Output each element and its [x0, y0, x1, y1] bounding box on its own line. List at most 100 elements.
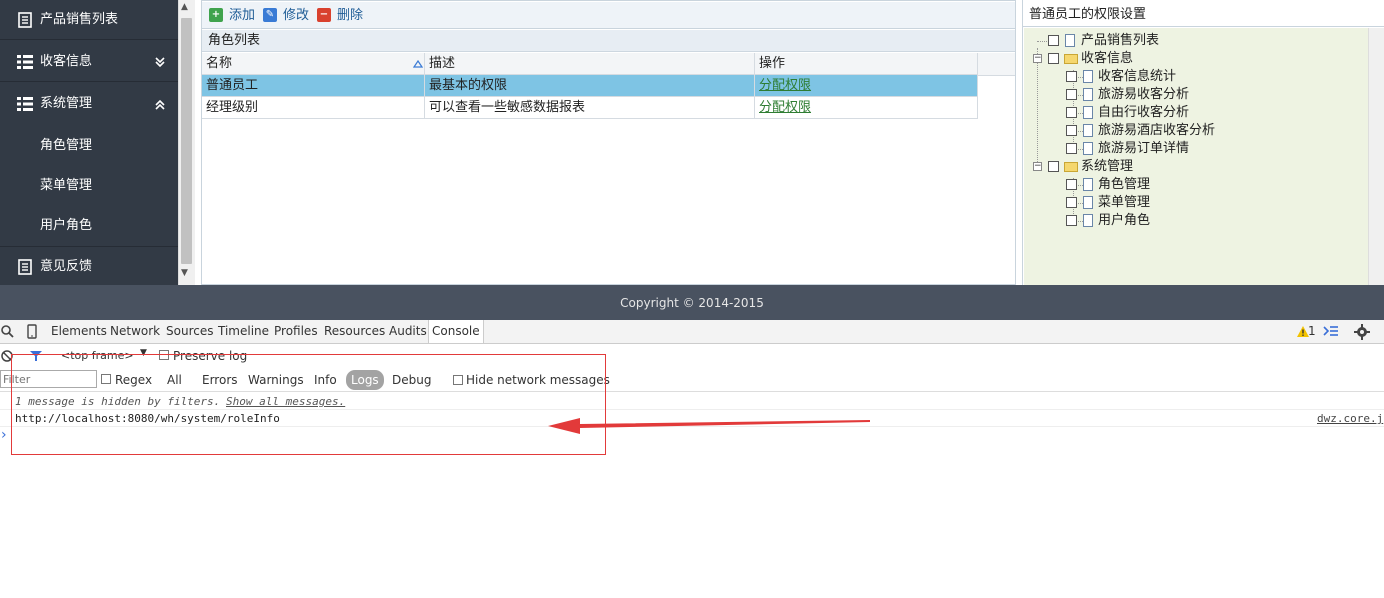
tree-node-customer-info[interactable]: − 收客信息	[1024, 50, 1324, 68]
console-drawer-icon[interactable]	[1323, 325, 1339, 338]
checkbox[interactable]	[1066, 197, 1077, 208]
toolbar: + 添加 ✎ 修改 − 删除	[202, 2, 1015, 29]
cell-name: 经理级别	[202, 97, 425, 119]
sidebar-item-label: 意见反馈	[40, 259, 93, 274]
annotation-highlight-box	[11, 354, 606, 455]
checkbox[interactable]	[1066, 179, 1077, 190]
console-prompt[interactable]: ›	[1, 428, 7, 442]
assign-permission-link[interactable]: 分配权限	[759, 78, 811, 93]
delete-icon: −	[317, 8, 331, 22]
collapse-icon[interactable]: −	[1033, 54, 1042, 63]
sidebar-item-system-management[interactable]: 系统管理	[0, 84, 178, 124]
scroll-down-arrow-icon[interactable]: ▼	[181, 268, 188, 278]
file-icon	[1083, 106, 1093, 119]
column-header-action[interactable]: 操作	[755, 53, 978, 75]
inspect-search-icon[interactable]	[1, 325, 14, 338]
edit-icon: ✎	[263, 8, 277, 22]
grid-header-filler	[978, 53, 1015, 76]
add-button-label: 添加	[229, 8, 256, 23]
log-source-link[interactable]: dwz.core.j	[1317, 410, 1383, 427]
checkbox[interactable]	[1048, 35, 1059, 46]
tree-node-label: 产品销售列表	[1081, 33, 1160, 48]
tree-node-child[interactable]: 旅游易收客分析	[1024, 86, 1354, 104]
sidebar-item-label: 系统管理	[40, 96, 93, 111]
file-icon	[1065, 34, 1075, 47]
edit-button[interactable]: ✎ 修改	[263, 8, 309, 24]
sidebar: 产品销售列表 收客信息 系统管理 角色管理 菜单管理 用户角色 意见反馈	[0, 0, 178, 285]
file-icon	[1083, 70, 1093, 83]
checkbox[interactable]	[1066, 89, 1077, 100]
checkbox[interactable]	[1066, 215, 1077, 226]
file-icon	[1083, 214, 1093, 227]
column-header-name[interactable]: 名称	[202, 53, 425, 75]
tree-node-label: 旅游易订单详情	[1098, 141, 1190, 156]
sidebar-subitem-menu-management[interactable]: 菜单管理	[0, 166, 178, 206]
document-list-icon	[18, 12, 32, 28]
sidebar-subitem-label: 角色管理	[40, 138, 93, 153]
sidebar-scrollbar-thumb[interactable]	[181, 18, 192, 264]
cell-name: 普通员工	[202, 75, 425, 97]
page-footer: Copyright © 2014-2015	[0, 285, 1384, 320]
tree-node-child[interactable]: 旅游易酒店收客分析	[1024, 122, 1364, 140]
tree-node-label: 旅游易收客分析	[1098, 87, 1190, 102]
tab-resources[interactable]: Resources	[324, 320, 385, 343]
collapse-icon[interactable]: −	[1033, 162, 1042, 171]
tree-node-child[interactable]: 旅游易订单详情	[1024, 140, 1354, 158]
tab-profiles[interactable]: Profiles	[274, 320, 318, 343]
tab-sources[interactable]: Sources	[166, 320, 213, 343]
sidebar-subitem-label: 用户角色	[40, 218, 93, 233]
tree-connector	[1037, 41, 1047, 42]
delete-button[interactable]: − 删除	[317, 8, 363, 24]
permission-tree: 产品销售列表 − 收客信息 收客信息统计 旅游易收客分析 自由行收客分析 旅游易…	[1024, 28, 1368, 285]
tree-node-child[interactable]: 菜单管理	[1024, 194, 1324, 212]
assign-permission-link[interactable]: 分配权限	[759, 100, 811, 115]
sidebar-item-customer-info[interactable]: 收客信息	[0, 42, 178, 82]
scroll-up-arrow-icon[interactable]: ▲	[181, 2, 188, 12]
cell-desc: 最基本的权限	[425, 75, 755, 97]
tab-console[interactable]: Console	[428, 320, 484, 343]
sidebar-item-product-sales[interactable]: 产品销售列表	[0, 0, 178, 40]
checkbox[interactable]	[1066, 143, 1077, 154]
cell-desc: 可以查看一些敏感数据报表	[425, 97, 755, 119]
tree-node-child[interactable]: 角色管理	[1024, 176, 1324, 194]
device-mode-icon[interactable]	[27, 324, 37, 339]
tree-node-product-sales[interactable]: 产品销售列表	[1024, 32, 1324, 50]
tab-audits[interactable]: Audits	[389, 320, 427, 343]
table-row[interactable]: 经理级别 可以查看一些敏感数据报表 分配权限	[202, 97, 978, 119]
tab-elements[interactable]: Elements	[51, 320, 107, 343]
tree-node-system-management[interactable]: − 系统管理	[1024, 158, 1324, 176]
tree-node-label: 收客信息统计	[1098, 69, 1177, 84]
tab-network[interactable]: Network	[110, 320, 160, 343]
permission-scrollbar[interactable]	[1368, 28, 1384, 285]
permission-panel-title: 普通员工的权限设置	[1023, 2, 1384, 27]
sidebar-item-feedback[interactable]: 意见反馈	[0, 247, 178, 287]
tree-node-label: 自由行收客分析	[1098, 105, 1190, 120]
cell-action: 分配权限	[755, 75, 978, 97]
checkbox[interactable]	[1066, 107, 1077, 118]
column-label: 名称	[206, 56, 233, 71]
gear-icon[interactable]	[1354, 324, 1370, 340]
chevron-double-up-icon	[155, 99, 165, 110]
annotation-arrow	[548, 418, 870, 434]
checkbox[interactable]	[1048, 161, 1059, 172]
checkbox[interactable]	[1066, 125, 1077, 136]
tab-timeline[interactable]: Timeline	[218, 320, 269, 343]
list-icon	[17, 97, 33, 111]
tree-node-label: 用户角色	[1098, 213, 1151, 228]
sidebar-item-label: 产品销售列表	[40, 12, 119, 27]
tree-node-child[interactable]: 自由行收客分析	[1024, 104, 1354, 122]
tree-node-child[interactable]: 用户角色	[1024, 212, 1324, 230]
checkbox[interactable]	[1066, 71, 1077, 82]
checkbox[interactable]	[1048, 53, 1059, 64]
tree-node-child[interactable]: 收客信息统计	[1024, 68, 1354, 86]
sidebar-subitem-user-roles[interactable]: 用户角色	[0, 206, 178, 246]
file-icon	[1083, 196, 1093, 209]
warning-count: 1	[1308, 324, 1316, 338]
column-header-desc[interactable]: 描述	[425, 53, 755, 75]
grid-title: 角色列表	[202, 30, 1015, 52]
tree-node-label: 收客信息	[1081, 51, 1134, 66]
add-button[interactable]: + 添加	[209, 8, 255, 24]
table-row[interactable]: 普通员工 最基本的权限 分配权限	[202, 75, 978, 97]
sidebar-subitem-role-management[interactable]: 角色管理	[0, 126, 178, 166]
folder-icon	[1064, 54, 1078, 64]
